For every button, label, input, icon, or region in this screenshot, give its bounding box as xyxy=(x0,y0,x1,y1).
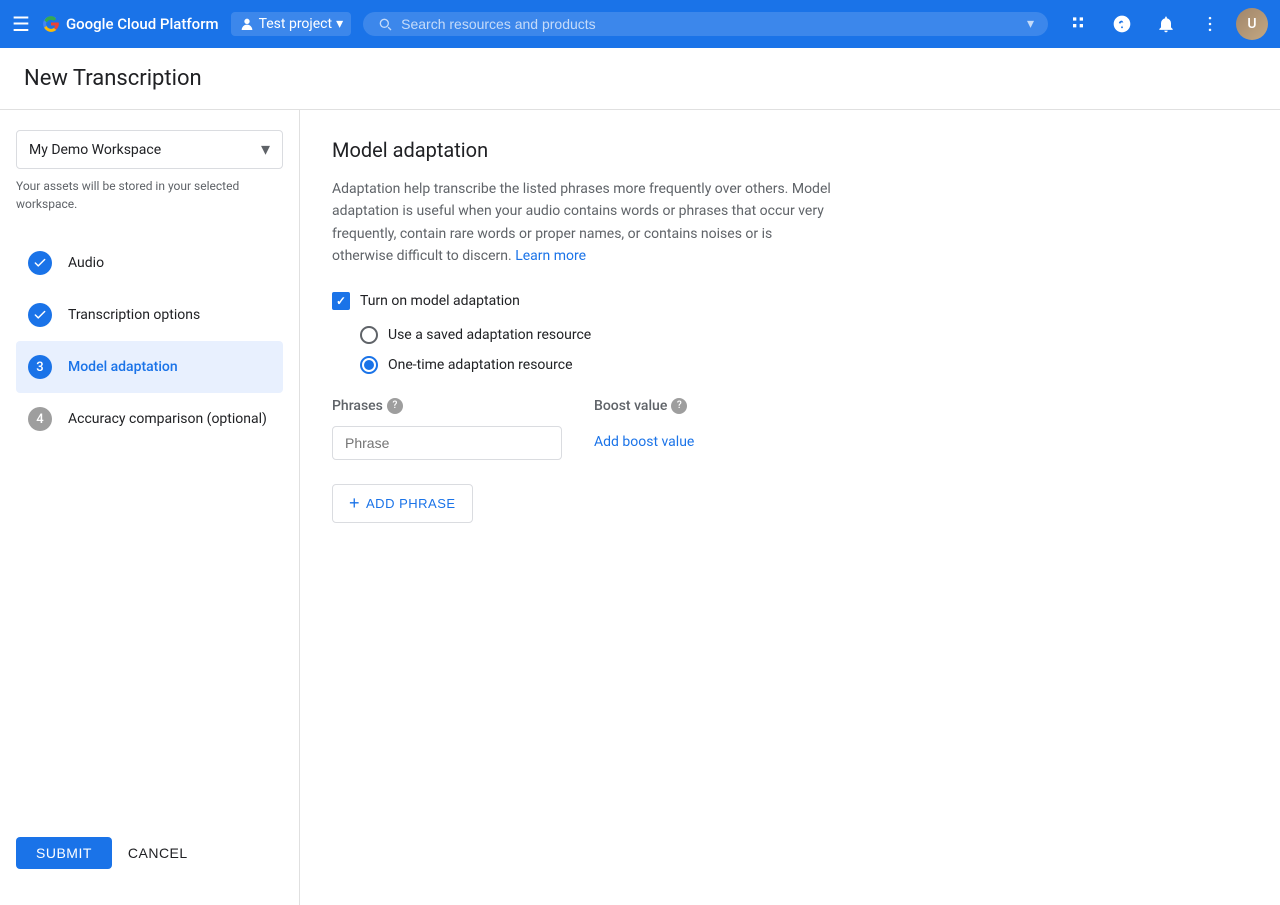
project-selector[interactable]: Test project ▾ xyxy=(231,12,352,36)
step-icon-accuracy: 4 xyxy=(28,407,52,431)
radio-saved-resource-button[interactable] xyxy=(360,326,378,344)
help-icon[interactable] xyxy=(1104,6,1140,42)
step-item-accuracy[interactable]: 4 Accuracy comparison (optional) xyxy=(16,393,283,445)
main-layout: My Demo Workspace ▾ Your assets will be … xyxy=(0,110,1280,905)
workspace-dropdown-arrow-icon: ▾ xyxy=(261,139,270,160)
search-icon xyxy=(377,16,393,32)
radio-group: Use a saved adaptation resource One-time… xyxy=(360,326,1248,374)
add-phrase-plus-icon: + xyxy=(349,493,360,514)
phrases-column: Phrases ? xyxy=(332,398,562,460)
phrases-section: Phrases ? Boost value ? Add boost value xyxy=(332,398,1248,460)
step-label-model-adaptation: Model adaptation xyxy=(68,359,178,375)
phrase-input[interactable] xyxy=(332,426,562,460)
section-description: Adaptation help transcribe the listed ph… xyxy=(332,178,832,268)
radio-one-time-resource-label: One-time adaptation resource xyxy=(388,357,573,373)
phrases-column-header: Phrases ? xyxy=(332,398,562,414)
search-bar[interactable]: ▾ xyxy=(363,12,1048,36)
nav-icons: U xyxy=(1060,6,1268,42)
phrases-help-icon[interactable]: ? xyxy=(387,398,403,414)
sidebar: My Demo Workspace ▾ Your assets will be … xyxy=(0,110,300,905)
add-phrase-button[interactable]: + ADD PHRASE xyxy=(332,484,473,523)
model-adaptation-label: Turn on model adaptation xyxy=(360,293,520,309)
boost-column-header: Boost value ? xyxy=(594,398,694,414)
section-title: Model adaptation xyxy=(332,138,1248,162)
radio-one-time-resource-button[interactable] xyxy=(360,356,378,374)
search-dropdown-icon: ▾ xyxy=(1027,16,1034,32)
boost-column: Boost value ? Add boost value xyxy=(594,398,694,450)
learn-more-link[interactable]: Learn more xyxy=(515,248,586,264)
submit-button[interactable]: SUBMIT xyxy=(16,837,112,869)
brand-text: Google Cloud Platform xyxy=(66,15,219,33)
project-name: Test project xyxy=(259,16,333,32)
step-icon-transcription xyxy=(28,303,52,327)
notifications-icon[interactable] xyxy=(1148,6,1184,42)
search-input[interactable] xyxy=(401,16,1019,32)
step-item-transcription[interactable]: Transcription options xyxy=(16,289,283,341)
apps-icon[interactable] xyxy=(1060,6,1096,42)
model-adaptation-checkbox-row[interactable]: Turn on model adaptation xyxy=(332,292,1248,310)
step-item-model-adaptation[interactable]: 3 Model adaptation xyxy=(16,341,283,393)
workspace-info: Your assets will be stored in your selec… xyxy=(16,177,283,213)
workspace-selector[interactable]: My Demo Workspace ▾ xyxy=(16,130,283,169)
brand-logo: Google Cloud Platform xyxy=(42,15,219,33)
hamburger-icon[interactable]: ☰ xyxy=(12,12,30,36)
cancel-button[interactable]: CANCEL xyxy=(128,845,188,861)
step-label-accuracy: Accuracy comparison (optional) xyxy=(68,411,267,427)
step-icon-audio xyxy=(28,251,52,275)
step-icon-model-adaptation: 3 xyxy=(28,355,52,379)
top-nav: ☰ Google Cloud Platform Test project ▾ ▾ xyxy=(0,0,1280,48)
project-icon xyxy=(239,16,255,32)
model-adaptation-checkbox[interactable] xyxy=(332,292,350,310)
radio-one-time-resource[interactable]: One-time adaptation resource xyxy=(360,356,1248,374)
project-dropdown-icon: ▾ xyxy=(336,16,343,32)
page-title: New Transcription xyxy=(0,48,1280,110)
google-icon xyxy=(42,15,60,33)
boost-help-icon[interactable]: ? xyxy=(671,398,687,414)
step-item-audio[interactable]: Audio xyxy=(16,237,283,289)
avatar[interactable]: U xyxy=(1236,8,1268,40)
radio-saved-resource[interactable]: Use a saved adaptation resource xyxy=(360,326,1248,344)
radio-one-time-resource-inner xyxy=(364,360,374,370)
sidebar-actions: SUBMIT CANCEL xyxy=(16,821,283,885)
step-label-transcription: Transcription options xyxy=(68,307,200,323)
step-list: Audio Transcription options 3 Model adap… xyxy=(16,237,283,821)
add-boost-value-link[interactable]: Add boost value xyxy=(594,434,694,450)
more-icon[interactable] xyxy=(1192,6,1228,42)
step-label-audio: Audio xyxy=(68,255,104,271)
content-area: Model adaptation Adaptation help transcr… xyxy=(300,110,1280,905)
radio-saved-resource-label: Use a saved adaptation resource xyxy=(388,327,591,343)
